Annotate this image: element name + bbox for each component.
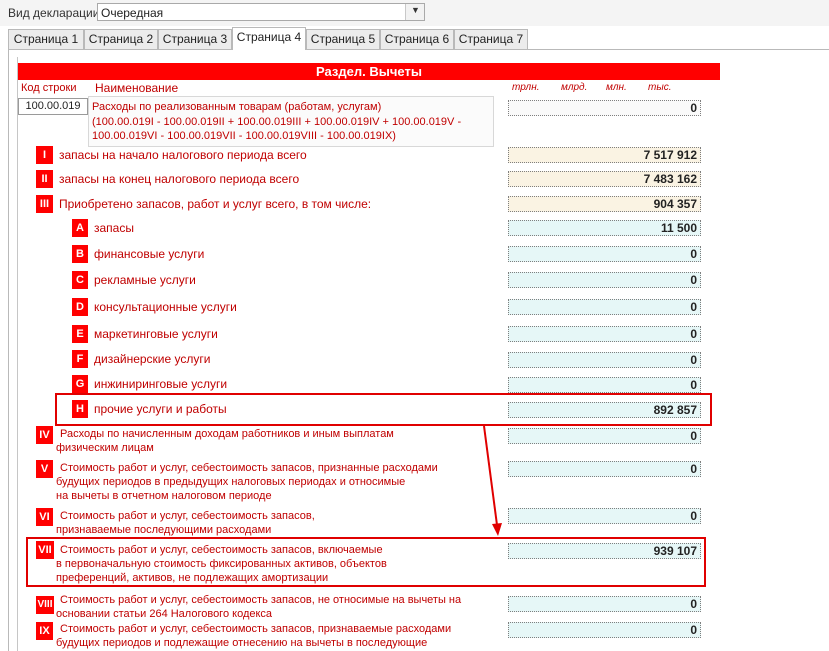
annotation-arrow: [483, 425, 502, 536]
arrow-line: [483, 425, 498, 526]
arrow-head: [492, 523, 502, 536]
